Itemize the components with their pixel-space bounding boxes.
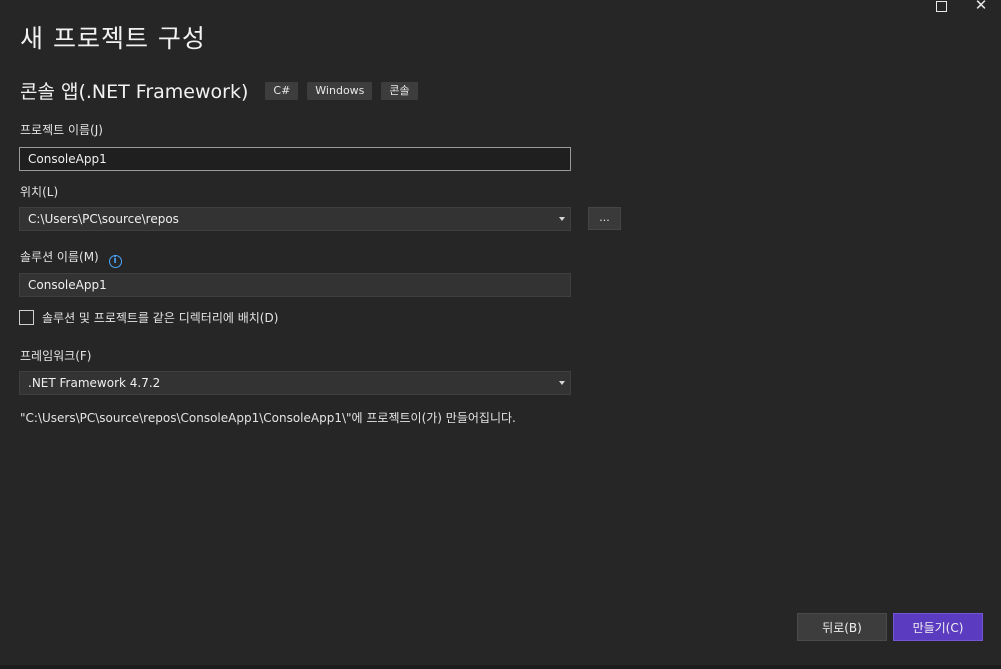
back-button[interactable]: 뒤로(B) bbox=[797, 613, 887, 641]
solution-name-input[interactable]: ConsoleApp1 bbox=[19, 273, 571, 297]
maximize-button[interactable] bbox=[921, 0, 961, 14]
solution-name-label-row: 솔루션 이름(M) i bbox=[20, 248, 122, 268]
location-label: 위치(L) bbox=[20, 185, 59, 199]
location-value: C:\Users\PC\source\repos bbox=[28, 212, 179, 226]
configure-project-dialog: ✕ 새 프로젝트 구성 콘솔 앱(.NET Framework) C# Wind… bbox=[0, 0, 1001, 669]
bottom-edge bbox=[0, 665, 1001, 669]
tag-project-type: 콘솔 bbox=[381, 81, 418, 100]
tag-platform: Windows bbox=[307, 81, 373, 100]
same-directory-label[interactable]: 솔루션 및 프로젝트를 같은 디렉터리에 배치(D) bbox=[42, 309, 278, 326]
solution-name-label: 솔루션 이름(M) bbox=[20, 250, 99, 264]
project-type-header: 콘솔 앱(.NET Framework) C# Windows 콘솔 bbox=[20, 77, 427, 104]
close-button[interactable]: ✕ bbox=[961, 0, 1001, 14]
project-type-title: 콘솔 앱(.NET Framework) bbox=[20, 81, 249, 103]
chevron-down-icon[interactable] bbox=[559, 381, 565, 385]
same-directory-checkbox[interactable] bbox=[19, 310, 34, 325]
same-directory-option[interactable]: 솔루션 및 프로젝트를 같은 디렉터리에 배치(D) bbox=[19, 309, 278, 326]
chevron-down-icon[interactable] bbox=[559, 217, 565, 221]
browse-location-button[interactable]: ... bbox=[588, 207, 621, 230]
framework-value: .NET Framework 4.7.2 bbox=[28, 376, 161, 390]
page-title: 새 프로젝트 구성 bbox=[20, 24, 206, 53]
solution-name-value: ConsoleApp1 bbox=[28, 278, 107, 292]
framework-label: 프레임워크(F) bbox=[20, 349, 92, 363]
project-path-message: "C:\Users\PC\source\repos\ConsoleApp1\Co… bbox=[20, 411, 516, 425]
project-name-value: ConsoleApp1 bbox=[28, 152, 107, 166]
close-icon: ✕ bbox=[974, 0, 988, 14]
info-icon[interactable]: i bbox=[108, 255, 122, 268]
location-combobox[interactable]: C:\Users\PC\source\repos bbox=[19, 207, 571, 231]
maximize-icon bbox=[935, 1, 947, 12]
project-name-input[interactable]: ConsoleApp1 bbox=[19, 147, 571, 171]
framework-select[interactable]: .NET Framework 4.7.2 bbox=[19, 371, 571, 395]
tag-language: C# bbox=[265, 81, 299, 100]
project-name-label: 프로젝트 이름(J) bbox=[20, 123, 103, 137]
create-button[interactable]: 만들기(C) bbox=[893, 613, 983, 641]
window-controls: ✕ bbox=[921, 0, 1001, 14]
